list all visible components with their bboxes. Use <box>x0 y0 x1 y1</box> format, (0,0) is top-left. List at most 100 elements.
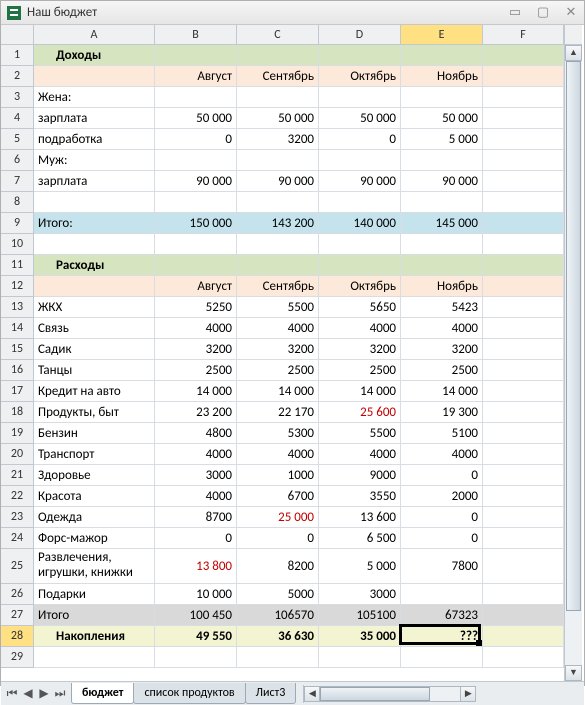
col-head-B[interactable]: B <box>155 25 237 45</box>
cell-C8[interactable] <box>237 192 319 213</box>
cell-C1[interactable] <box>237 45 319 66</box>
cell-E15[interactable]: 3200 <box>401 339 483 360</box>
tab-nav-last[interactable]: ⏭ <box>53 686 67 702</box>
cell-D11[interactable] <box>319 255 401 276</box>
cell-A22[interactable]: Красота <box>34 486 155 507</box>
cell-D1[interactable] <box>319 45 401 66</box>
cell-F13[interactable] <box>483 297 564 318</box>
row-head-21[interactable]: 21 <box>1 465 34 486</box>
cell-E11[interactable] <box>401 255 483 276</box>
cell-B27[interactable]: 100 450 <box>155 605 237 626</box>
cell-A6[interactable]: Муж: <box>34 150 155 171</box>
cell-B11[interactable] <box>155 255 237 276</box>
row-head-2[interactable]: 2 <box>1 66 34 87</box>
row-head-1[interactable]: 1 <box>1 45 34 66</box>
cell-E18[interactable]: 19 300 <box>401 402 483 423</box>
scroll-left-button[interactable]: ◀ <box>304 686 320 702</box>
cell-A13[interactable]: ЖКХ <box>34 297 155 318</box>
cell-F26[interactable] <box>483 584 564 605</box>
cell-B15[interactable]: 3200 <box>155 339 237 360</box>
cell-D21[interactable]: 9000 <box>319 465 401 486</box>
cell-B28[interactable]: 49 550 <box>155 626 237 647</box>
cell-A25[interactable]: Развлечения, игрушки, книжки <box>34 549 155 584</box>
cell-D27[interactable]: 105100 <box>319 605 401 626</box>
cell-E29[interactable] <box>401 647 483 668</box>
cell-C17[interactable]: 14 000 <box>237 381 319 402</box>
cell-D23[interactable]: 13 600 <box>319 507 401 528</box>
row-head-25[interactable]: 25 <box>1 549 34 584</box>
cell-F12[interactable] <box>483 276 564 297</box>
cell-D20[interactable]: 4000 <box>319 444 401 465</box>
cell-C21[interactable]: 1000 <box>237 465 319 486</box>
row-head-22[interactable]: 22 <box>1 486 34 507</box>
cell-D15[interactable]: 3200 <box>319 339 401 360</box>
cell-B5[interactable]: 0 <box>155 129 237 150</box>
cell-E5[interactable]: 5 000 <box>401 129 483 150</box>
row-head-19[interactable]: 19 <box>1 423 34 444</box>
cell-D3[interactable] <box>319 87 401 108</box>
cell-D8[interactable] <box>319 192 401 213</box>
cell-F16[interactable] <box>483 360 564 381</box>
cell-E14[interactable]: 4000 <box>401 318 483 339</box>
cell-B18[interactable]: 23 200 <box>155 402 237 423</box>
cell-F6[interactable] <box>483 150 564 171</box>
cell-A12[interactable] <box>34 276 155 297</box>
cell-B12[interactable]: Август <box>155 276 237 297</box>
cell-F10[interactable] <box>483 234 564 255</box>
cell-C18[interactable]: 22 170 <box>237 402 319 423</box>
vertical-scrollbar[interactable]: ▲ ▼ <box>564 45 582 681</box>
cell-C28[interactable]: 36 630 <box>237 626 319 647</box>
cell-F24[interactable] <box>483 528 564 549</box>
cell-B20[interactable]: 4000 <box>155 444 237 465</box>
cell-A21[interactable]: Здоровье <box>34 465 155 486</box>
row-head-26[interactable]: 26 <box>1 584 34 605</box>
cell-D5[interactable]: 0 <box>319 129 401 150</box>
cell-B21[interactable]: 3000 <box>155 465 237 486</box>
col-head-F[interactable]: F <box>483 25 564 45</box>
cell-F1[interactable] <box>483 45 564 66</box>
cell-C23[interactable]: 25 000 <box>237 507 319 528</box>
cell-C15[interactable]: 3200 <box>237 339 319 360</box>
cell-B29[interactable] <box>155 647 237 668</box>
cell-A14[interactable]: Связь <box>34 318 155 339</box>
row-head-14[interactable]: 14 <box>1 318 34 339</box>
maximize-button[interactable]: ▢ <box>536 6 550 20</box>
cell-C27[interactable]: 106570 <box>237 605 319 626</box>
cell-B23[interactable]: 8700 <box>155 507 237 528</box>
cell-D22[interactable]: 3550 <box>319 486 401 507</box>
scroll-down-button[interactable]: ▼ <box>565 665 582 681</box>
cell-A26[interactable]: Подарки <box>34 584 155 605</box>
cell-B17[interactable]: 14 000 <box>155 381 237 402</box>
cell-C4[interactable]: 50 000 <box>237 108 319 129</box>
horizontal-scroll-thumb[interactable] <box>320 687 430 701</box>
cell-F7[interactable] <box>483 171 564 192</box>
row-head-13[interactable]: 13 <box>1 297 34 318</box>
cell-A23[interactable]: Одежда <box>34 507 155 528</box>
cell-F17[interactable] <box>483 381 564 402</box>
row-head-10[interactable]: 10 <box>1 234 34 255</box>
cell-D16[interactable]: 2500 <box>319 360 401 381</box>
row-head-12[interactable]: 12 <box>1 276 34 297</box>
cell-B6[interactable] <box>155 150 237 171</box>
cell-A18[interactable]: Продукты, быт <box>34 402 155 423</box>
cell-A7[interactable]: зарплата <box>34 171 155 192</box>
cell-E2[interactable]: Ноябрь <box>401 66 483 87</box>
cell-D24[interactable]: 6 500 <box>319 528 401 549</box>
cell-C11[interactable] <box>237 255 319 276</box>
cell-E8[interactable] <box>401 192 483 213</box>
cell-B9[interactable]: 150 000 <box>155 213 237 234</box>
cell-F25[interactable] <box>483 549 564 584</box>
cell-A29[interactable] <box>34 647 155 668</box>
cell-B25[interactable]: 13 800 <box>155 549 237 584</box>
cell-E26[interactable] <box>401 584 483 605</box>
cell-E19[interactable]: 5100 <box>401 423 483 444</box>
col-head-C[interactable]: C <box>237 25 319 45</box>
cell-E13[interactable]: 5423 <box>401 297 483 318</box>
cell-A10[interactable] <box>34 234 155 255</box>
horizontal-scrollbar[interactable]: ◀ ▶ <box>303 685 476 703</box>
cell-C3[interactable] <box>237 87 319 108</box>
cell-D29[interactable] <box>319 647 401 668</box>
sheet-tab-0[interactable]: бюджет <box>71 683 134 704</box>
cell-A28[interactable]: Накопления <box>34 626 155 647</box>
cell-B13[interactable]: 5250 <box>155 297 237 318</box>
